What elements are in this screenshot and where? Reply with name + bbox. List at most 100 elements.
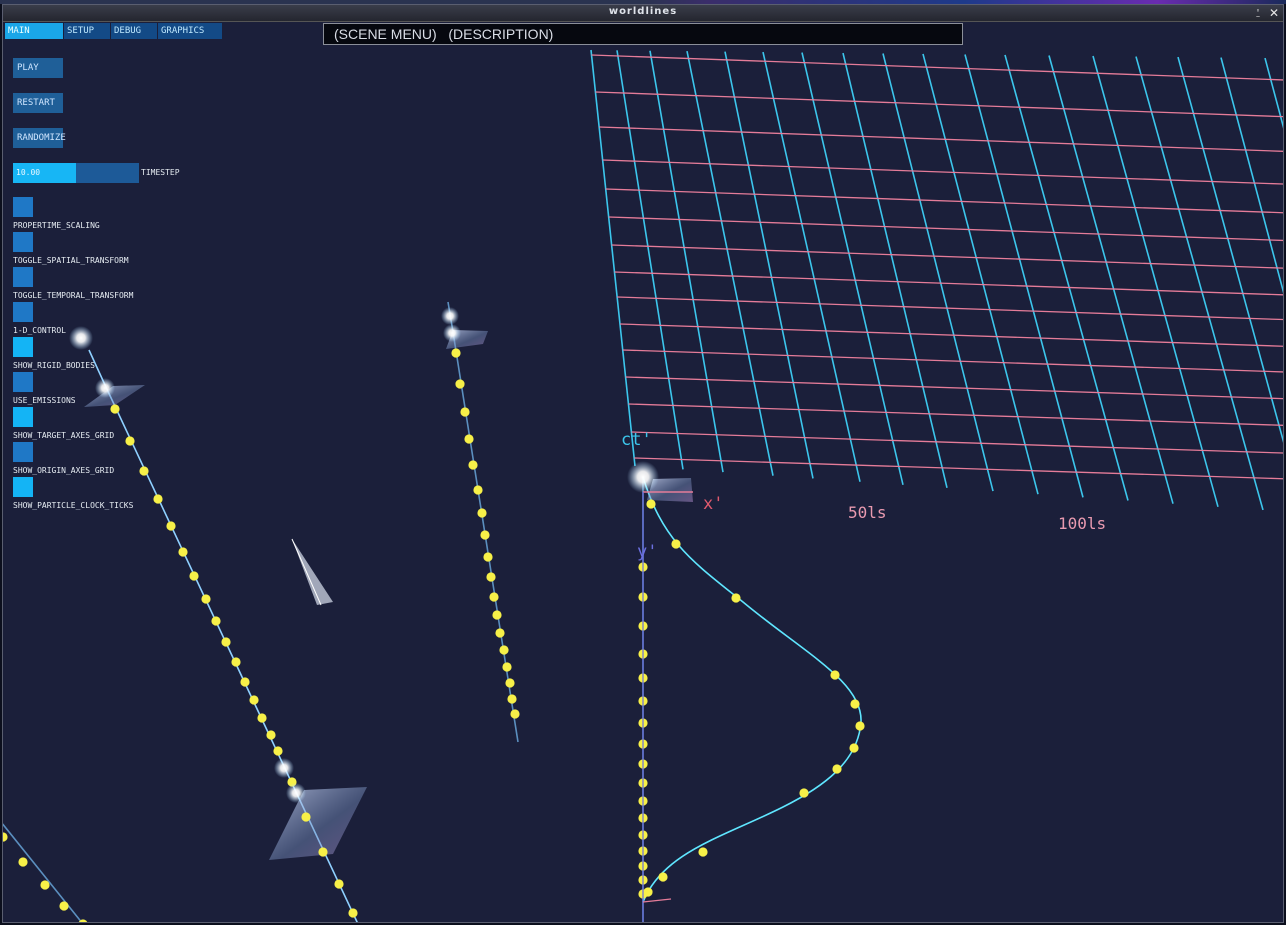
clock-tick-dot: [460, 407, 470, 417]
timestep-slider[interactable]: 10.00: [13, 163, 139, 183]
rigid-bodies: [84, 330, 693, 860]
grid-line-horizontal: [605, 188, 1283, 214]
particle-glow: [627, 461, 659, 493]
grid-line-vertical: [842, 52, 948, 489]
toggle-checkbox[interactable]: [13, 407, 33, 427]
clock-tick-dot: [301, 812, 311, 822]
clock-tick-dot: [477, 508, 487, 518]
grid-line-horizontal: [611, 244, 1283, 269]
clock-tick-dot: [658, 872, 668, 882]
clock-tick-dot: [830, 670, 840, 680]
clock-tick-dot: [221, 637, 231, 647]
target-grid-horizontal-lines: [591, 54, 1283, 480]
particle-glow: [95, 378, 115, 398]
worldline-path: [447, 301, 519, 743]
clock-tick-dot: [455, 379, 465, 389]
toggle-label: SHOW_RIGID_BODIES: [13, 361, 95, 370]
randomize-button[interactable]: RANDOMIZE: [13, 128, 66, 148]
x-axis-label: x': [703, 494, 724, 514]
tick-label-100ls: 100ls: [1058, 514, 1107, 533]
grid-line-vertical: [724, 51, 814, 479]
clock-tick-dot: [18, 857, 28, 867]
clock-tick-dot: [139, 466, 149, 476]
clock-tick-dot: [178, 547, 188, 557]
window-title: worldlines: [608, 6, 678, 17]
tab-main[interactable]: MAIN: [5, 23, 63, 39]
timestep-value: 10.00: [16, 168, 41, 177]
clock-tick-dot: [850, 699, 860, 709]
clock-tick-dot: [473, 485, 483, 495]
toggle-checkbox[interactable]: [13, 232, 33, 252]
clock-tick-dot: [451, 348, 461, 358]
toggle-checkbox[interactable]: [13, 337, 33, 357]
grid-line-horizontal: [614, 271, 1283, 296]
grid-line-horizontal: [599, 126, 1283, 152]
clock-tick-dot: [249, 695, 259, 705]
clock-tick-dot: [495, 628, 505, 638]
simulation-viewport[interactable]: (SCENE MENU) (DESCRIPTION) MAIN SETUP DE…: [3, 22, 1283, 922]
particle-glow: [69, 326, 93, 350]
arrow-marker: [292, 539, 333, 605]
clock-tick-dot: [799, 788, 809, 798]
toggle-label: SHOW_ORIGIN_AXES_GRID: [13, 466, 115, 475]
particle-glow: [286, 783, 306, 803]
grid-line-vertical: [649, 50, 724, 473]
particle-worldlines: [3, 301, 862, 922]
clock-tick-dot: [499, 645, 509, 655]
clock-tick-dot: [698, 847, 708, 857]
toggle-checkbox[interactable]: [13, 477, 33, 497]
clock-tick-dot: [166, 521, 176, 531]
toggle-checkbox[interactable]: [13, 302, 33, 322]
grid-line-vertical: [590, 49, 636, 467]
toggle-label: SHOW_PARTICLE_CLOCK_TICKS: [13, 501, 134, 510]
menu-tabs: MAIN SETUP DEBUG GRAPHICS: [5, 23, 223, 39]
arrow-marker-edge: [291, 538, 322, 606]
clock-tick-dot: [492, 610, 502, 620]
minimize-icon[interactable]: ⍘: [1251, 6, 1265, 20]
clock-tick-dot: [731, 593, 741, 603]
clock-tick-dot: [318, 847, 328, 857]
close-icon[interactable]: ✕: [1267, 6, 1281, 20]
clock-tick-dot: [849, 743, 859, 753]
clock-tick-dot: [40, 880, 50, 890]
tab-debug[interactable]: DEBUG: [111, 23, 157, 39]
rigid-body: [269, 787, 367, 860]
clock-tick-dot: [189, 571, 199, 581]
tab-graphics[interactable]: GRAPHICS: [158, 23, 222, 39]
spacetime-scene: [3, 49, 1283, 922]
clock-tick-dot: [153, 494, 163, 504]
restart-button[interactable]: RESTART: [13, 93, 63, 113]
clock-tick-dot: [273, 746, 283, 756]
grid-line-horizontal: [634, 457, 1283, 480]
play-button[interactable]: PLAY: [13, 58, 63, 78]
grid-line-horizontal: [622, 349, 1283, 373]
app-window: worldlines ⍘ ✕ (SCENE MENU) (DESCRIPTION…: [2, 4, 1284, 923]
tab-setup[interactable]: SETUP: [64, 23, 110, 39]
clock-tick-dot: [480, 530, 490, 540]
grid-line-vertical: [1264, 57, 1283, 129]
clock-tick-dot: [348, 908, 358, 918]
toggle-checkbox[interactable]: [13, 267, 33, 287]
particle-glow: [441, 307, 459, 325]
particle-glows: [69, 307, 659, 803]
clock-tick-dot: [671, 539, 681, 549]
clock-tick-dot: [507, 694, 517, 704]
toggle-checkbox[interactable]: [13, 197, 33, 217]
y-axis-label: y': [637, 542, 658, 562]
clock-tick-dot: [468, 460, 478, 470]
clock-tick-dot: [855, 721, 865, 731]
grid-line-vertical: [801, 52, 904, 485]
grid-line-vertical: [882, 53, 994, 492]
grid-line-vertical: [762, 51, 861, 482]
toggle-checkbox[interactable]: [13, 372, 33, 392]
window-titlebar[interactable]: worldlines ⍘ ✕: [3, 5, 1283, 22]
grid-line-vertical: [686, 50, 774, 476]
scene-menu-bar[interactable]: (SCENE MENU) (DESCRIPTION): [323, 23, 963, 45]
clock-tick-dot: [240, 677, 250, 687]
x-axis-line-lower: [642, 898, 672, 903]
toggle-label: PROPERTIME_SCALING: [13, 221, 100, 230]
clock-tick-dot: [643, 887, 653, 897]
grid-line-vertical: [616, 50, 684, 470]
toggle-checkbox[interactable]: [13, 442, 33, 462]
tick-label-50ls: 50ls: [848, 503, 887, 522]
